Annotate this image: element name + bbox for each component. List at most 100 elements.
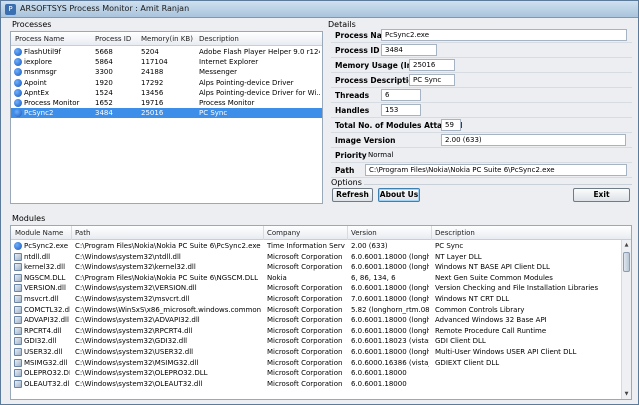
threads-field[interactable]: 6 — [381, 89, 421, 101]
module-name: OLEAUT32.dll — [24, 379, 70, 388]
process-row[interactable]: PcSync2 3484 25016 PC Sync — [11, 108, 322, 119]
scroll-thumb[interactable] — [623, 252, 630, 272]
module-description: Multi-User Windows USER API Client DLL — [435, 347, 577, 356]
process-row[interactable]: ApntEx 1524 13456 Alps Pointing-device Driv… — [11, 88, 322, 98]
process-row[interactable]: iexplore 5864 117104 Internet Explorer — [11, 57, 322, 67]
module-name: VERSION.dll — [24, 284, 66, 293]
module-row[interactable]: ADVAPI32.dll C:\Windows\system32\ADVAPI32… — [11, 315, 621, 326]
module-row[interactable]: NGSCM.DLL C:\Program Files\Nokia\Nokia PC… — [11, 273, 621, 284]
module-list-header: Module Name Path Company Version Descrip… — [11, 226, 631, 240]
module-path: C:\Program Files\Nokia\Nokia PC Suite 6\… — [75, 242, 261, 250]
process-memory: 117104 — [141, 58, 168, 67]
detail-path: Path C:\Program Files\Nokia\Nokia PC Sui… — [331, 163, 632, 178]
module-row[interactable]: USER32.dll C:\Windows\system32\USER32.dll… — [11, 347, 621, 358]
process-row[interactable]: Process Monitor 1652 19716 Process Monitor — [11, 98, 322, 108]
module-name: NGSCM.DLL — [24, 273, 66, 282]
handles-field[interactable]: 153 — [381, 104, 421, 116]
module-row[interactable]: COMCTL32.dll C:\Windows\WinSxS\x86_micros… — [11, 305, 621, 316]
module-version: 6, 86, 134, 6 — [351, 273, 396, 282]
module-row[interactable]: kernel32.dll C:\Windows\system32\kernel32… — [11, 262, 621, 273]
col-separator[interactable] — [431, 226, 432, 240]
module-name: RPCRT4.dll — [24, 326, 62, 335]
about-us-button[interactable]: About Us — [378, 188, 420, 202]
scroll-up-icon[interactable]: ▲ — [623, 241, 630, 249]
module-row[interactable]: VERSION.dll C:\Windows\system32\VERSION.d… — [11, 283, 621, 294]
col-separator[interactable] — [71, 226, 72, 240]
refresh-button[interactable]: Refresh — [332, 188, 373, 202]
module-row[interactable]: GDI32.dll C:\Windows\system32\GDI32.dll Mi… — [11, 336, 621, 347]
process-id-field[interactable]: 3484 — [381, 44, 437, 56]
module-version: 2.00 (633) — [351, 242, 388, 250]
module-row[interactable]: msvcrt.dll C:\Windows\system32\msvcrt.dll… — [11, 294, 621, 305]
exit-button[interactable]: Exit — [573, 188, 630, 202]
process-name: iexplore — [24, 58, 52, 67]
process-icon — [14, 48, 22, 56]
path-field[interactable]: C:\Program Files\Nokia\Nokia PC Suite 6\… — [365, 164, 627, 176]
module-version: 6.0.6001.18000 (longh... — [351, 263, 429, 272]
module-name: OLEPRO32.DLL — [24, 369, 70, 378]
module-row[interactable]: OLEAUT32.dll C:\Windows\system32\OLEAUT32… — [11, 379, 621, 390]
module-icon — [14, 284, 22, 293]
process-id: 5668 — [95, 48, 113, 56]
module-row[interactable]: RPCRT4.dll C:\Windows\system32\RPCRT4.dll… — [11, 326, 621, 337]
col-module-description[interactable]: Description — [435, 229, 475, 237]
memory-field[interactable]: 25016 — [409, 59, 455, 71]
module-row[interactable]: MSIMG32.dll C:\Windows\system32\MSIMG32.d… — [11, 358, 621, 369]
priority-value: Normal — [368, 151, 394, 159]
col-separator[interactable] — [347, 226, 348, 240]
module-company: Microsoft Corporation — [267, 347, 343, 356]
process-name-field[interactable]: PcSync2.exe — [381, 29, 627, 41]
module-icon — [14, 294, 22, 303]
col-separator[interactable] — [263, 226, 264, 240]
module-icon — [14, 326, 22, 335]
col-process-name[interactable]: Process Name — [15, 35, 64, 43]
module-path: C:\Windows\system32\VERSION.dll — [75, 284, 197, 293]
module-name: MSIMG32.dll — [24, 358, 68, 367]
module-version: 6.0.6000.16386 (vista_rt... — [351, 358, 429, 367]
module-description: Advanced Windows 32 Base API — [435, 316, 547, 325]
process-memory: 19716 — [141, 98, 164, 107]
module-list[interactable]: Module Name Path Company Version Descrip… — [10, 225, 632, 400]
module-company: Microsoft Corporation — [267, 294, 343, 303]
module-company: Microsoft Corporation — [267, 252, 343, 261]
module-row[interactable]: ntdll.dll C:\Windows\system32\ntdll.dll Mi… — [11, 252, 621, 263]
module-company: Microsoft Corporation — [267, 379, 343, 388]
description-field[interactable]: PC Sync — [409, 74, 455, 86]
module-path: C:\Windows\system32\kernel32.dll — [75, 263, 196, 272]
col-description[interactable]: Description — [199, 35, 239, 43]
process-description: Alps Pointing-device Driver for Wi... — [199, 88, 320, 97]
modules-attached-field[interactable]: 59 — [441, 119, 461, 131]
col-process-id[interactable]: Process ID — [95, 35, 131, 43]
detail-image-version: Image Version 2.00 (633) — [331, 133, 632, 148]
process-icon — [14, 58, 22, 67]
col-version[interactable]: Version — [351, 229, 377, 237]
col-memory[interactable]: Memory(in KB) — [141, 35, 193, 43]
module-icon — [14, 369, 22, 378]
process-list[interactable]: Process Name Process ID Memory(in KB) De… — [10, 31, 323, 204]
module-name: ntdll.dll — [24, 252, 51, 261]
module-description: Windows NT CRT DLL — [435, 294, 510, 303]
module-company: Microsoft Corporation — [267, 369, 343, 378]
detail-handles: Handles 153 — [331, 103, 632, 118]
col-company[interactable]: Company — [267, 229, 300, 237]
module-icon — [14, 263, 22, 272]
scroll-down-icon[interactable]: ▼ — [623, 390, 630, 398]
image-version-field[interactable]: 2.00 (633) — [441, 134, 626, 146]
process-row[interactable]: msnmsgr 3300 24188 Messenger — [11, 67, 322, 77]
col-module-name[interactable]: Module Name — [15, 229, 63, 237]
module-row[interactable]: OLEPRO32.DLL C:\Windows\system32\OLEPRO32… — [11, 368, 621, 379]
module-path: C:\Windows\WinSxS\x86_microsoft.windows.… — [75, 305, 261, 314]
process-row[interactable]: FlashUtil9f 5668 5204 Adobe Flash Player He… — [11, 47, 322, 57]
process-icon — [14, 109, 22, 118]
module-row[interactable]: PcSync2.exe C:\Program Files\Nokia\Nokia … — [11, 241, 621, 252]
process-memory: 13456 — [141, 88, 164, 97]
module-icon — [14, 316, 22, 325]
title-bar[interactable]: P ARSOFTSYS Process Monitor : Amit Ranja… — [1, 1, 638, 18]
detail-priority: Priority Normal — [331, 148, 632, 163]
col-path[interactable]: Path — [75, 229, 90, 237]
module-list-scrollbar[interactable]: ▲ ▼ — [621, 240, 631, 399]
process-row[interactable]: Apoint 1920 17292 Alps Pointing-device Driv… — [11, 78, 322, 88]
module-description: PC Sync — [435, 242, 464, 250]
module-description: Remote Procedure Call Runtime — [435, 326, 547, 335]
module-description: Common Controls Library — [435, 305, 525, 314]
